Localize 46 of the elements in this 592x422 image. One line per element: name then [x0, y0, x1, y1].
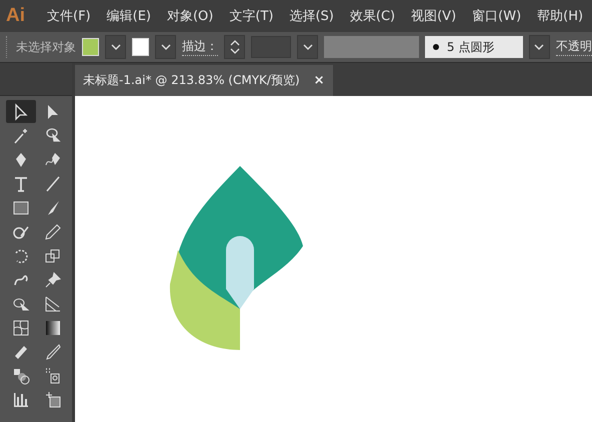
- opacity-label: 不透明: [556, 38, 592, 56]
- stroke-width-field[interactable]: [251, 36, 292, 58]
- scale-tool-icon: [44, 246, 62, 264]
- line-tool-icon: [44, 174, 62, 192]
- stroke-label: 描边：: [182, 38, 218, 56]
- menu-item[interactable]: 帮助(H): [529, 7, 592, 25]
- menu-item[interactable]: 效果(C): [342, 7, 404, 25]
- chevron-down-icon: [110, 44, 120, 50]
- stepper-button[interactable]: [224, 35, 246, 59]
- close-button[interactable]: ×: [314, 73, 325, 88]
- artboard-tool-icon: [44, 390, 62, 408]
- variable-width-field[interactable]: [324, 36, 419, 58]
- menu-item[interactable]: 选择(S): [281, 7, 342, 25]
- chevron-down-icon: [160, 44, 171, 50]
- dropdown-button[interactable]: [529, 35, 550, 59]
- pencil-tool-icon: [44, 222, 62, 240]
- selection-status: 未选择对象: [16, 38, 76, 56]
- rect-tool-icon: [12, 198, 30, 216]
- mesh-tool-icon: [12, 318, 30, 336]
- type-tool-icon: [12, 174, 30, 192]
- document-tab[interactable]: 未标题-1.ai* @ 213.83% (CMYK/预览) ×: [75, 65, 333, 96]
- gradient-tool-icon: [44, 318, 62, 336]
- stroke-swatch[interactable]: [132, 38, 150, 56]
- stepper-arrows-icon: [230, 39, 240, 55]
- menu-item[interactable]: 文件(F): [39, 7, 99, 25]
- chevron-down-icon: [302, 44, 313, 50]
- pin-tool-icon: [44, 270, 62, 288]
- chevron-down-icon: [534, 44, 544, 50]
- menu-item[interactable]: 对象(O): [158, 7, 222, 25]
- app-logo: Ai: [6, 5, 25, 27]
- eyedropper-tool-icon: [44, 342, 62, 360]
- dropdown-button[interactable]: [155, 35, 176, 59]
- dropdown-button[interactable]: [105, 35, 126, 59]
- grip-handle[interactable]: [6, 36, 10, 58]
- menu-item[interactable]: 视图(V): [403, 7, 464, 25]
- menu-item[interactable]: 文字(T): [221, 7, 282, 25]
- lasso-tool-icon: [44, 126, 62, 144]
- tool-button[interactable]: [6, 100, 36, 123]
- dropdown-button[interactable]: [297, 35, 318, 59]
- fill-swatch[interactable]: [82, 38, 100, 56]
- menu-item[interactable]: 窗口(W): [464, 7, 530, 25]
- menu-item[interactable]: 编辑(E): [98, 7, 159, 25]
- graph-tool-icon: [12, 390, 30, 408]
- dot-icon: [432, 44, 439, 50]
- brush-field[interactable]: 5 点圆形: [424, 36, 523, 58]
- wand-tool-icon: [12, 126, 30, 144]
